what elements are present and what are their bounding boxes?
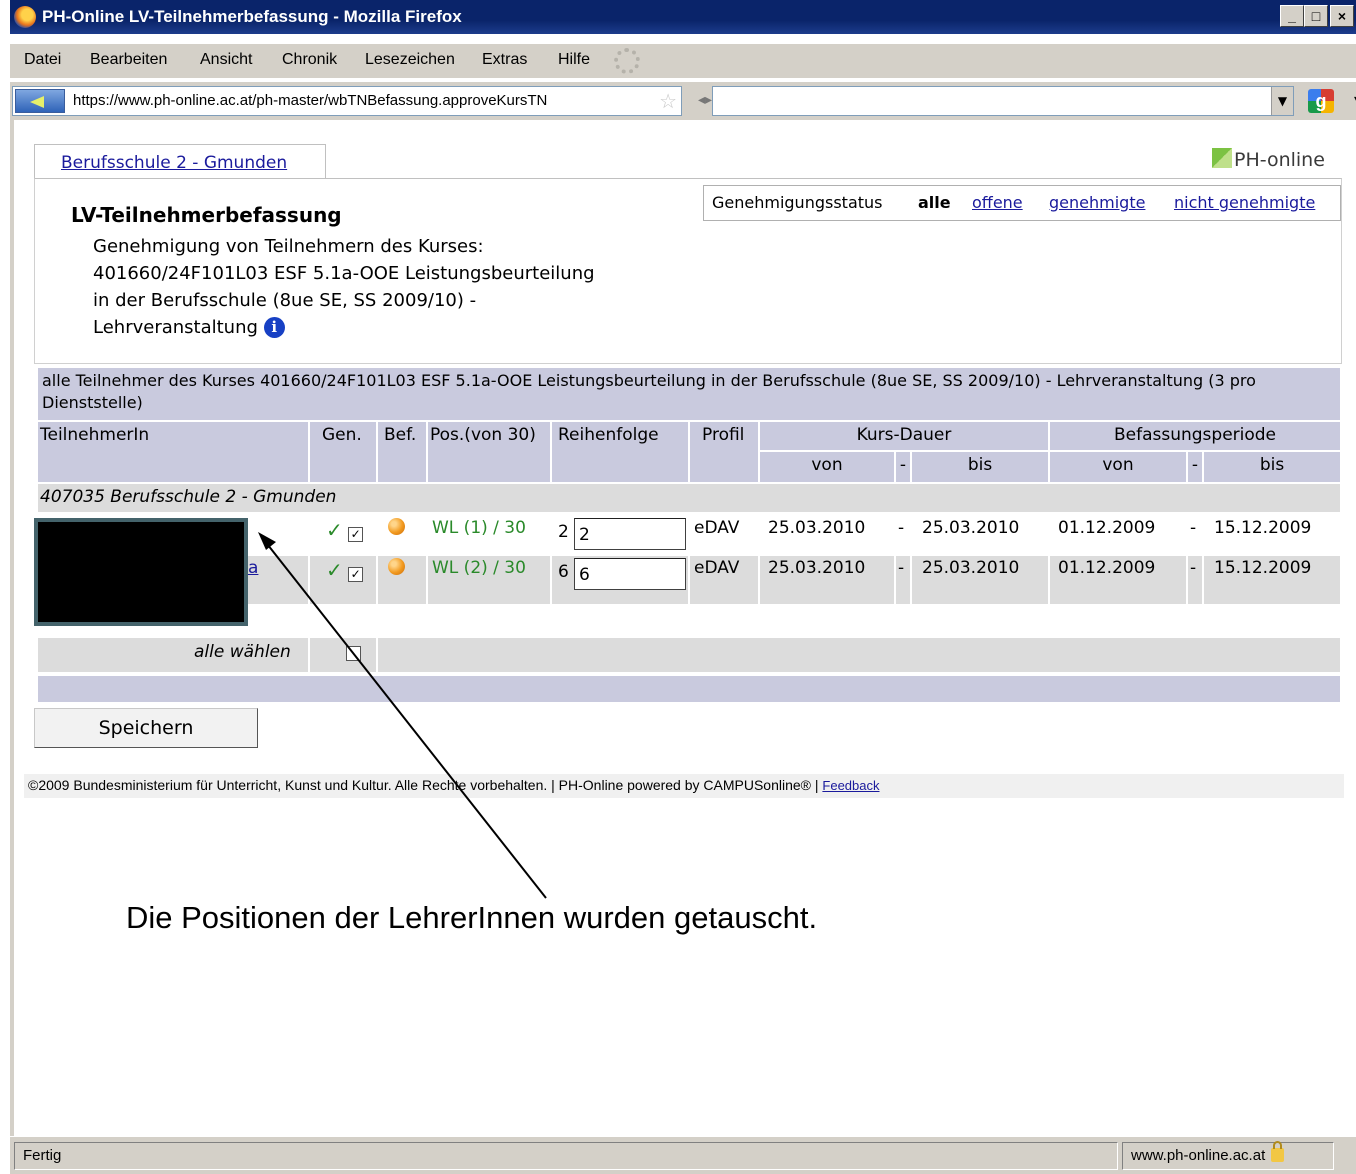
annotation-arrow-line — [263, 539, 547, 899]
page-content: Berufsschule 2 - Gmunden PH-online Geneh… — [14, 120, 1356, 1136]
annotation-text: Die Positionen der LehrerInnen wurden ge… — [126, 900, 818, 935]
maximize-button[interactable]: □ — [1304, 5, 1328, 27]
menu-chronik[interactable]: Chronik — [282, 51, 337, 69]
menu-bearbeiten[interactable]: Bearbeiten — [90, 51, 167, 69]
firefox-logo-icon — [14, 6, 36, 28]
chevron-down-icon[interactable]: ▼ — [1271, 87, 1293, 115]
menu-extras[interactable]: Extras — [482, 51, 527, 69]
resize-handle-icon[interactable]: ◂▸ — [698, 92, 712, 108]
window-titlebar: PH-Online LV-Teilnehmerbefassung - Mozil… — [10, 0, 1356, 34]
address-bar[interactable]: https://www.ph-online.ac.at/ph-master/wb… — [12, 86, 682, 116]
search-input[interactable]: ▼ — [712, 86, 1294, 116]
menu-bar: Datei Bearbeiten Ansicht Chronik Lesezei… — [10, 44, 1356, 78]
close-button[interactable]: × — [1330, 5, 1354, 27]
site-identity-icon[interactable] — [15, 89, 65, 113]
loading-throbber-icon — [614, 48, 640, 74]
minimize-button[interactable]: _ — [1280, 5, 1304, 27]
navigation-bar: https://www.ph-online.ac.at/ph-master/wb… — [10, 82, 1356, 120]
status-domain-text: www.ph-online.ac.at — [1131, 1147, 1266, 1164]
status-text: Fertig — [14, 1142, 1118, 1170]
annotation-arrow-head — [258, 532, 276, 550]
menu-lesezeichen[interactable]: Lesezeichen — [365, 51, 455, 69]
search-engine-icon[interactable]: g — [1308, 89, 1334, 113]
window-title: PH-Online LV-Teilnehmerbefassung - Mozil… — [42, 7, 462, 26]
url-text[interactable]: https://www.ph-online.ac.at/ph-master/wb… — [73, 92, 653, 109]
browser-statusbar: Fertig www.ph-online.ac.at — [10, 1136, 1356, 1174]
bookmark-star-icon[interactable]: ☆ — [659, 89, 677, 114]
lock-icon[interactable] — [1271, 1141, 1285, 1162]
annotation-arrow — [258, 532, 547, 899]
menu-ansicht[interactable]: Ansicht — [200, 51, 252, 69]
menu-datei[interactable]: Datei — [24, 51, 61, 69]
status-domain: www.ph-online.ac.at — [1122, 1141, 1334, 1170]
menu-hilfe[interactable]: Hilfe — [558, 51, 590, 69]
